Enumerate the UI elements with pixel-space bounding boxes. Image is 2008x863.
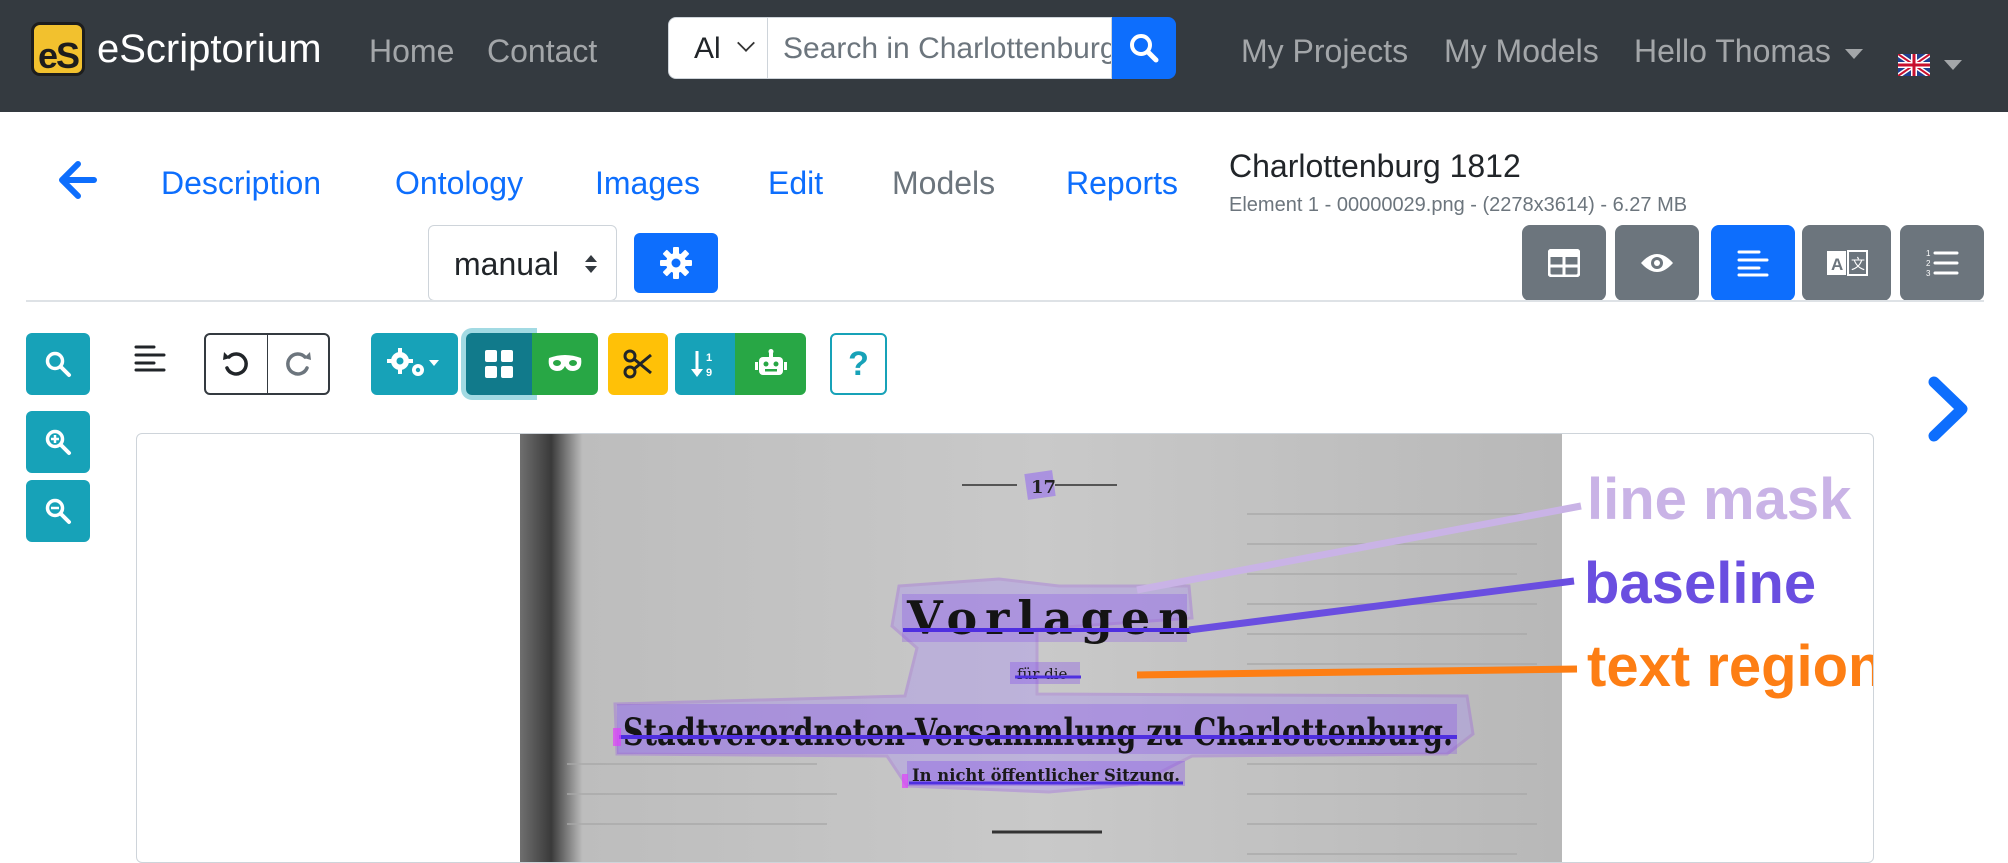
nav-my-models-link[interactable]: My Models — [1444, 33, 1599, 70]
nav-home-link[interactable]: Home — [369, 33, 454, 70]
brand-name: eScriptorium — [97, 26, 322, 71]
undo-button[interactable] — [206, 335, 268, 393]
sort-icon: 19 — [691, 351, 712, 379]
nav-contact-link[interactable]: Contact — [487, 33, 597, 70]
list-ol-icon: 123 — [1926, 249, 1959, 278]
chevron-down-icon — [737, 34, 755, 52]
nav-my-projects-link[interactable]: My Projects — [1241, 33, 1408, 70]
view-ontology-button[interactable]: 123 — [1900, 225, 1984, 301]
tab-description[interactable]: Description — [161, 165, 321, 202]
redo-button[interactable] — [268, 335, 329, 393]
annotation-text-region-label: text region — [1587, 634, 1874, 699]
translate-icon: A文 — [1826, 250, 1868, 276]
tab-images[interactable]: Images — [595, 165, 700, 202]
back-button[interactable] — [54, 158, 98, 207]
page-heading-text: Vorlagen — [906, 591, 1200, 645]
arrow-left-icon — [59, 161, 97, 199]
brand[interactable]: eS eScriptorium — [31, 22, 322, 76]
cut-tool-button[interactable] — [608, 333, 668, 395]
eye-icon — [1641, 254, 1673, 272]
search-icon — [1130, 34, 1159, 63]
transcription-settings-button[interactable] — [634, 233, 718, 293]
chevron-right-icon — [1928, 376, 1968, 442]
tabs-divider — [26, 300, 1984, 302]
segmentation-settings-button[interactable] — [371, 333, 458, 395]
tab-ontology[interactable]: Ontology — [395, 165, 523, 202]
panel-title-icon-wrap — [134, 344, 166, 377]
zoom-in-icon — [45, 429, 71, 455]
mask-mode-button[interactable] — [532, 333, 598, 395]
svg-text:3: 3 — [1926, 269, 1931, 278]
help-button[interactable]: ? — [830, 333, 887, 395]
align-left-icon — [1737, 250, 1769, 277]
search-tool-button[interactable] — [26, 333, 90, 395]
top-navbar: eS eScriptorium Home Contact Al Search i… — [0, 0, 2008, 112]
annotation-line-mask-label: line mask — [1587, 467, 1852, 532]
auto-transcribe-button[interactable] — [735, 333, 806, 395]
undo-icon — [223, 352, 249, 376]
sort-lines-button[interactable]: 19 — [675, 333, 735, 395]
zoom-out-icon — [45, 498, 71, 524]
page-number: 17 — [1031, 477, 1056, 498]
uk-flag-icon — [1896, 51, 1932, 78]
zoom-in-button[interactable] — [26, 411, 90, 473]
robot-icon — [754, 349, 787, 375]
transcription-select[interactable]: manual — [428, 225, 617, 301]
svg-text:文: 文 — [1851, 256, 1865, 272]
brand-logo-icon: eS — [31, 22, 85, 76]
caret-down-icon — [1844, 48, 1863, 59]
regions-icon — [485, 350, 513, 378]
redo-icon — [285, 352, 311, 376]
align-left-icon — [134, 345, 166, 372]
svg-text:A: A — [1831, 255, 1843, 274]
segmentation-canvas[interactable]: 17 Vorlagen für die Stadtverordneten-Ver… — [136, 433, 1874, 863]
transcription-select-value: manual — [454, 246, 559, 282]
sort-updown-icon — [585, 255, 597, 273]
annotation-baseline-label: baseline — [1584, 551, 1817, 616]
language-menu[interactable] — [1896, 44, 1962, 81]
zoom-out-button[interactable] — [26, 480, 90, 542]
user-menu[interactable]: Hello Thomas — [1634, 33, 1863, 70]
view-source-button[interactable] — [1522, 225, 1606, 301]
search-scope-select[interactable]: Al — [668, 17, 768, 79]
search-button[interactable] — [1112, 17, 1176, 79]
page-main-line: Stadtverordneten-Versammlung zu Charlott… — [623, 710, 1453, 754]
svg-text:1: 1 — [1926, 249, 1931, 258]
mask-icon — [548, 355, 582, 371]
document-subtitle: Element 1 - 00000029.png - (2278x3614) -… — [1229, 194, 1688, 216]
search-input[interactable]: Search in Charlottenburg — [768, 17, 1112, 79]
user-greeting: Hello Thomas — [1634, 33, 1831, 69]
view-translation-button[interactable]: A文 — [1802, 225, 1891, 301]
gear-icon — [660, 247, 692, 279]
svg-text:2: 2 — [1926, 259, 1931, 268]
tab-models[interactable]: Models — [892, 165, 995, 202]
tab-edit[interactable]: Edit — [768, 165, 823, 202]
view-transcription-button[interactable] — [1711, 225, 1795, 301]
search-form: Al Search in Charlottenburg — [668, 17, 1176, 79]
document-title: Charlottenburg 1812 — [1229, 148, 1521, 184]
caret-down-icon — [1944, 59, 1962, 70]
svg-text:1: 1 — [706, 352, 712, 364]
table-icon — [1548, 249, 1580, 277]
page-small-text: für die — [1017, 665, 1068, 683]
cut-icon — [623, 349, 652, 379]
svg-text:9: 9 — [706, 367, 712, 379]
tab-reports[interactable]: Reports — [1066, 165, 1178, 202]
undo-redo-group — [204, 333, 330, 395]
next-page-button[interactable] — [1926, 376, 1970, 447]
regions-mode-button[interactable] — [466, 333, 532, 395]
settings-icon — [386, 348, 439, 376]
view-segmentation-button[interactable] — [1615, 225, 1699, 301]
search-icon — [45, 351, 71, 377]
